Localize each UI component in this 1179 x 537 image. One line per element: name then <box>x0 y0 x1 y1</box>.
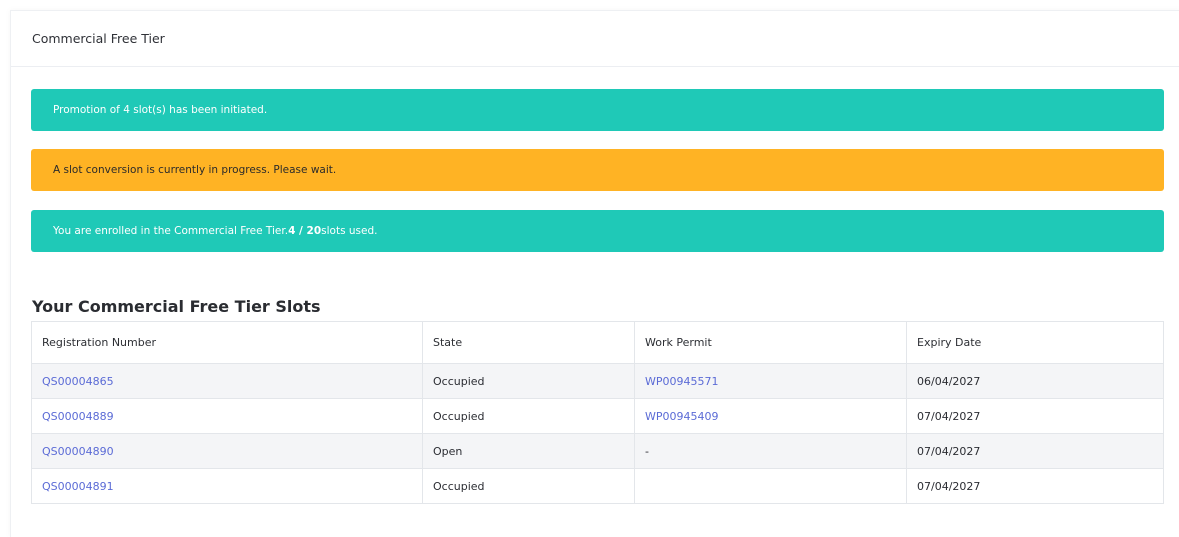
work-permit-link[interactable]: WP00945571 <box>645 375 719 388</box>
state-cell: Occupied <box>422 363 635 399</box>
work-permit-link[interactable]: WP00945409 <box>645 410 719 423</box>
conversion-alert: A slot conversion is currently in progre… <box>31 149 1164 191</box>
state-cell: Occupied <box>422 468 635 504</box>
slots-table: Registration Number State Work Permit Ex… <box>31 321 1164 504</box>
slots-section-title: Your Commercial Free Tier Slots <box>32 297 321 316</box>
card-title: Commercial Free Tier <box>11 11 1179 67</box>
table-row: QS00004891 Occupied 07/04/2027 <box>31 468 1164 504</box>
column-header-registration: Registration Number <box>31 321 423 364</box>
enrollment-slot-count: 4 / 20 <box>288 225 322 237</box>
expiry-cell: 07/04/2027 <box>906 468 1164 504</box>
enrollment-alert: You are enrolled in the Commercial Free … <box>31 210 1164 252</box>
table-row: QS00004889 Occupied WP00945409 07/04/202… <box>31 398 1164 434</box>
registration-link[interactable]: QS00004889 <box>42 410 114 423</box>
enrollment-alert-prefix: You are enrolled in the Commercial Free … <box>53 225 289 237</box>
column-header-state: State <box>422 321 635 364</box>
work-permit-cell <box>634 468 907 504</box>
column-header-expiry: Expiry Date <box>906 321 1164 364</box>
conversion-alert-text: A slot conversion is currently in progre… <box>53 164 337 176</box>
expiry-cell: 07/04/2027 <box>906 398 1164 434</box>
registration-link[interactable]: QS00004890 <box>42 445 114 458</box>
column-header-work-permit: Work Permit <box>634 321 907 364</box>
enrollment-alert-suffix: slots used. <box>321 225 378 237</box>
state-cell: Occupied <box>422 398 635 434</box>
commercial-free-tier-card: Commercial Free Tier Promotion of 4 slot… <box>10 10 1179 537</box>
table-row: QS00004890 Open - 07/04/2027 <box>31 433 1164 469</box>
work-permit-cell: - <box>634 433 907 469</box>
promotion-alert-text: Promotion of 4 slot(s) has been initiate… <box>53 104 268 116</box>
table-row: QS00004865 Occupied WP00945571 06/04/202… <box>31 363 1164 399</box>
expiry-cell: 07/04/2027 <box>906 433 1164 469</box>
registration-link[interactable]: QS00004865 <box>42 375 114 388</box>
table-header-row: Registration Number State Work Permit Ex… <box>31 321 1164 364</box>
registration-link[interactable]: QS00004891 <box>42 480 114 493</box>
state-cell: Open <box>422 433 635 469</box>
promotion-alert: Promotion of 4 slot(s) has been initiate… <box>31 89 1164 131</box>
expiry-cell: 06/04/2027 <box>906 363 1164 399</box>
